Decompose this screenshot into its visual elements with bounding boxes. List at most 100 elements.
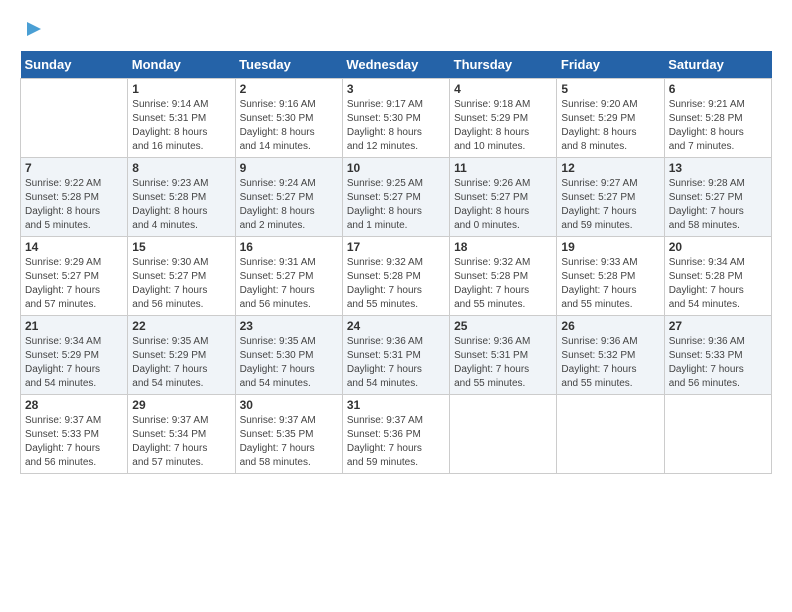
day-info: Sunrise: 9:37 AM Sunset: 5:35 PM Dayligh… <box>240 414 338 470</box>
calendar-cell: 12 Sunrise: 9:27 AM Sunset: 5:27 PM Dayli… <box>557 158 664 237</box>
day-number: 19 <box>561 240 659 254</box>
day-number: 16 <box>240 240 338 254</box>
calendar-cell: 24 Sunrise: 9:36 AM Sunset: 5:31 PM Dayli… <box>342 316 449 395</box>
day-info: Sunrise: 9:35 AM Sunset: 5:29 PM Dayligh… <box>132 335 230 391</box>
calendar-cell: 15 Sunrise: 9:30 AM Sunset: 5:27 PM Dayli… <box>128 237 235 316</box>
day-number: 27 <box>669 319 767 333</box>
day-info: Sunrise: 9:32 AM Sunset: 5:28 PM Dayligh… <box>347 256 445 312</box>
week-row-2: 14 Sunrise: 9:29 AM Sunset: 5:27 PM Dayli… <box>21 237 772 316</box>
day-number: 24 <box>347 319 445 333</box>
week-row-4: 28 Sunrise: 9:37 AM Sunset: 5:33 PM Dayli… <box>21 395 772 474</box>
day-number: 10 <box>347 161 445 175</box>
header <box>20 16 772 41</box>
day-info: Sunrise: 9:30 AM Sunset: 5:27 PM Dayligh… <box>132 256 230 312</box>
calendar-cell: 29 Sunrise: 9:37 AM Sunset: 5:34 PM Dayli… <box>128 395 235 474</box>
day-info: Sunrise: 9:37 AM Sunset: 5:34 PM Dayligh… <box>132 414 230 470</box>
day-number: 4 <box>454 82 552 96</box>
calendar-cell: 21 Sunrise: 9:34 AM Sunset: 5:29 PM Dayli… <box>21 316 128 395</box>
day-number: 8 <box>132 161 230 175</box>
calendar-cell: 9 Sunrise: 9:24 AM Sunset: 5:27 PM Daylig… <box>235 158 342 237</box>
calendar-cell: 14 Sunrise: 9:29 AM Sunset: 5:27 PM Dayli… <box>21 237 128 316</box>
day-number: 23 <box>240 319 338 333</box>
day-info: Sunrise: 9:26 AM Sunset: 5:27 PM Dayligh… <box>454 177 552 233</box>
calendar-cell: 10Sunrise: 9:25 AM Sunset: 5:27 PM Dayli… <box>342 158 449 237</box>
calendar-cell: 16 Sunrise: 9:31 AM Sunset: 5:27 PM Dayli… <box>235 237 342 316</box>
calendar-cell <box>557 395 664 474</box>
day-info: Sunrise: 9:27 AM Sunset: 5:27 PM Dayligh… <box>561 177 659 233</box>
day-number: 1 <box>132 82 230 96</box>
day-info: Sunrise: 9:37 AM Sunset: 5:33 PM Dayligh… <box>25 414 123 470</box>
calendar-cell: 2 Sunrise: 9:16 AM Sunset: 5:30 PM Daylig… <box>235 79 342 158</box>
calendar-cell <box>21 79 128 158</box>
day-number: 28 <box>25 398 123 412</box>
day-number: 29 <box>132 398 230 412</box>
week-row-1: 7 Sunrise: 9:22 AM Sunset: 5:28 PM Daylig… <box>21 158 772 237</box>
calendar-cell: 7 Sunrise: 9:22 AM Sunset: 5:28 PM Daylig… <box>21 158 128 237</box>
calendar-cell: 11Sunrise: 9:26 AM Sunset: 5:27 PM Dayli… <box>450 158 557 237</box>
col-header-tuesday: Tuesday <box>235 51 342 79</box>
calendar-cell: 30 Sunrise: 9:37 AM Sunset: 5:35 PM Dayli… <box>235 395 342 474</box>
day-info: Sunrise: 9:37 AM Sunset: 5:36 PM Dayligh… <box>347 414 445 470</box>
week-row-3: 21 Sunrise: 9:34 AM Sunset: 5:29 PM Dayli… <box>21 316 772 395</box>
day-number: 12 <box>561 161 659 175</box>
day-info: Sunrise: 9:23 AM Sunset: 5:28 PM Dayligh… <box>132 177 230 233</box>
day-info: Sunrise: 9:36 AM Sunset: 5:32 PM Dayligh… <box>561 335 659 391</box>
day-info: Sunrise: 9:16 AM Sunset: 5:30 PM Dayligh… <box>240 98 338 154</box>
day-number: 22 <box>132 319 230 333</box>
calendar-cell: 26 Sunrise: 9:36 AM Sunset: 5:32 PM Dayli… <box>557 316 664 395</box>
day-number: 5 <box>561 82 659 96</box>
day-number: 21 <box>25 319 123 333</box>
day-info: Sunrise: 9:17 AM Sunset: 5:30 PM Dayligh… <box>347 98 445 154</box>
col-header-sunday: Sunday <box>21 51 128 79</box>
day-info: Sunrise: 9:22 AM Sunset: 5:28 PM Dayligh… <box>25 177 123 233</box>
calendar-cell: 1 Sunrise: 9:14 AM Sunset: 5:31 PM Daylig… <box>128 79 235 158</box>
calendar-cell: 18 Sunrise: 9:32 AM Sunset: 5:28 PM Dayli… <box>450 237 557 316</box>
calendar-cell: 13Sunrise: 9:28 AM Sunset: 5:27 PM Dayli… <box>664 158 771 237</box>
day-info: Sunrise: 9:36 AM Sunset: 5:33 PM Dayligh… <box>669 335 767 391</box>
calendar-cell: 28 Sunrise: 9:37 AM Sunset: 5:33 PM Dayli… <box>21 395 128 474</box>
day-info: Sunrise: 9:32 AM Sunset: 5:28 PM Dayligh… <box>454 256 552 312</box>
calendar-cell: 27 Sunrise: 9:36 AM Sunset: 5:33 PM Dayli… <box>664 316 771 395</box>
day-number: 18 <box>454 240 552 254</box>
calendar-cell <box>450 395 557 474</box>
col-header-friday: Friday <box>557 51 664 79</box>
day-number: 20 <box>669 240 767 254</box>
header-row: SundayMondayTuesdayWednesdayThursdayFrid… <box>21 51 772 79</box>
day-info: Sunrise: 9:36 AM Sunset: 5:31 PM Dayligh… <box>347 335 445 391</box>
calendar-cell <box>664 395 771 474</box>
col-header-wednesday: Wednesday <box>342 51 449 79</box>
day-number: 3 <box>347 82 445 96</box>
calendar-cell: 31Sunrise: 9:37 AM Sunset: 5:36 PM Dayli… <box>342 395 449 474</box>
day-info: Sunrise: 9:31 AM Sunset: 5:27 PM Dayligh… <box>240 256 338 312</box>
col-header-thursday: Thursday <box>450 51 557 79</box>
day-info: Sunrise: 9:36 AM Sunset: 5:31 PM Dayligh… <box>454 335 552 391</box>
day-number: 9 <box>240 161 338 175</box>
day-info: Sunrise: 9:14 AM Sunset: 5:31 PM Dayligh… <box>132 98 230 154</box>
day-number: 15 <box>132 240 230 254</box>
page-container: SundayMondayTuesdayWednesdayThursdayFrid… <box>0 0 792 484</box>
calendar-cell: 20 Sunrise: 9:34 AM Sunset: 5:28 PM Dayli… <box>664 237 771 316</box>
day-number: 2 <box>240 82 338 96</box>
day-number: 13 <box>669 161 767 175</box>
day-number: 25 <box>454 319 552 333</box>
logo <box>20 16 45 41</box>
day-number: 30 <box>240 398 338 412</box>
week-row-0: 1 Sunrise: 9:14 AM Sunset: 5:31 PM Daylig… <box>21 79 772 158</box>
day-info: Sunrise: 9:18 AM Sunset: 5:29 PM Dayligh… <box>454 98 552 154</box>
calendar-cell: 4 Sunrise: 9:18 AM Sunset: 5:29 PM Daylig… <box>450 79 557 158</box>
day-info: Sunrise: 9:34 AM Sunset: 5:28 PM Dayligh… <box>669 256 767 312</box>
calendar-cell: 23 Sunrise: 9:35 AM Sunset: 5:30 PM Dayli… <box>235 316 342 395</box>
calendar-cell: 22 Sunrise: 9:35 AM Sunset: 5:29 PM Dayli… <box>128 316 235 395</box>
day-info: Sunrise: 9:29 AM Sunset: 5:27 PM Dayligh… <box>25 256 123 312</box>
logo-arrow-icon <box>23 18 45 40</box>
day-number: 14 <box>25 240 123 254</box>
calendar-cell: 17Sunrise: 9:32 AM Sunset: 5:28 PM Dayli… <box>342 237 449 316</box>
day-number: 7 <box>25 161 123 175</box>
day-info: Sunrise: 9:35 AM Sunset: 5:30 PM Dayligh… <box>240 335 338 391</box>
day-info: Sunrise: 9:34 AM Sunset: 5:29 PM Dayligh… <box>25 335 123 391</box>
day-info: Sunrise: 9:20 AM Sunset: 5:29 PM Dayligh… <box>561 98 659 154</box>
day-info: Sunrise: 9:24 AM Sunset: 5:27 PM Dayligh… <box>240 177 338 233</box>
col-header-saturday: Saturday <box>664 51 771 79</box>
day-number: 26 <box>561 319 659 333</box>
col-header-monday: Monday <box>128 51 235 79</box>
